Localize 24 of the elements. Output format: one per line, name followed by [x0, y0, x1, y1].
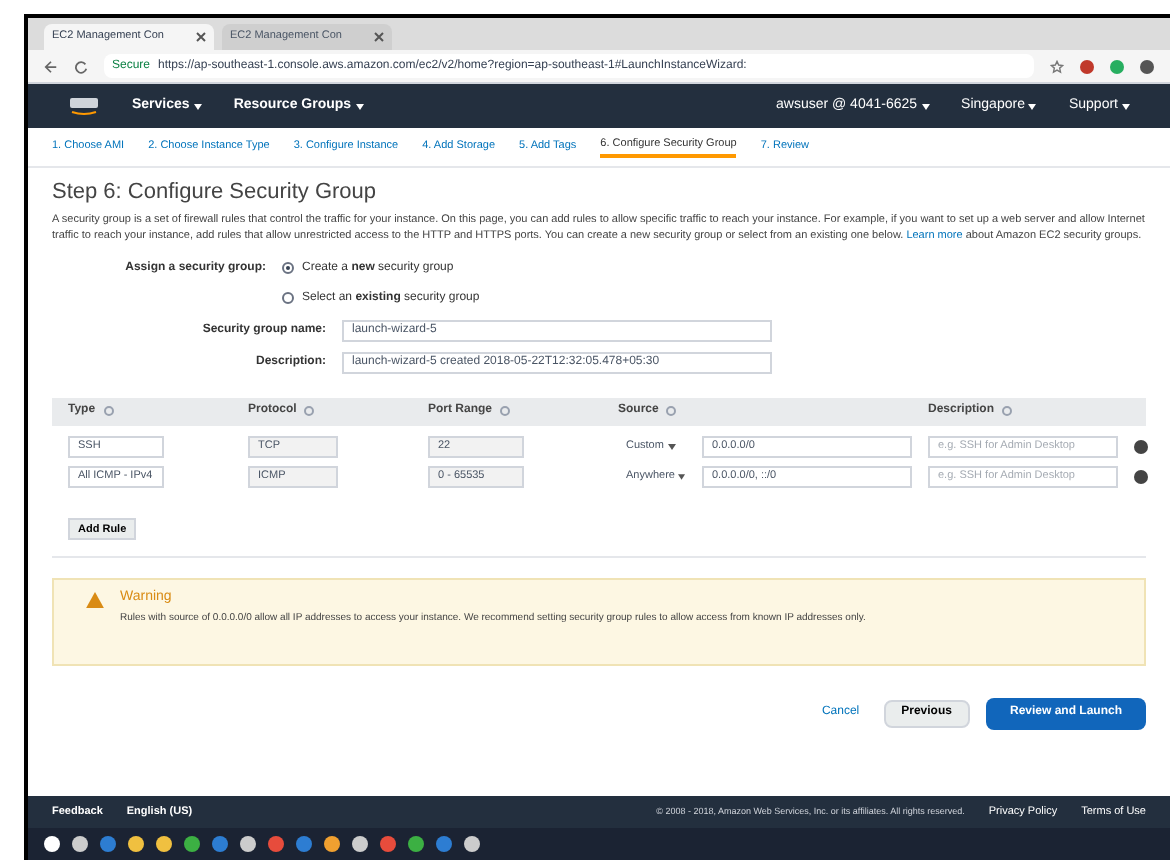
- info-icon: [500, 406, 511, 417]
- star-icon[interactable]: [1050, 59, 1064, 73]
- page-title: Step 6: Configure Security Group: [52, 180, 379, 208]
- extension-icon[interactable]: [1080, 59, 1094, 73]
- radio-button[interactable]: [282, 262, 294, 275]
- info-icon: [304, 406, 315, 417]
- info-icon: [666, 406, 677, 417]
- close-icon[interactable]: [196, 32, 206, 42]
- warning-icon: [86, 591, 104, 608]
- extension-icon[interactable]: [1140, 59, 1154, 73]
- caret-icon[interactable]: [355, 103, 364, 109]
- caret-icon[interactable]: [1122, 103, 1130, 109]
- caret-icon[interactable]: [678, 473, 686, 480]
- caret-icon[interactable]: [921, 103, 930, 109]
- caret-icon[interactable]: [667, 443, 676, 450]
- caret-icon[interactable]: [1028, 103, 1037, 109]
- reload-icon[interactable]: [74, 59, 88, 73]
- logo-icon[interactable]: [68, 96, 100, 116]
- close-icon[interactable]: [374, 32, 384, 42]
- back-icon[interactable]: [44, 59, 58, 73]
- caret-icon[interactable]: [193, 103, 202, 109]
- radio-button[interactable]: [282, 292, 294, 305]
- info-icon: [103, 406, 114, 417]
- info-icon: [1002, 406, 1013, 417]
